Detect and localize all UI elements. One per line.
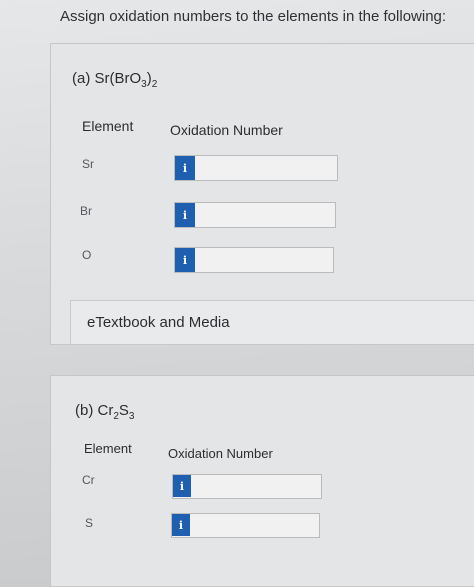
- part-a-oxidation-input-o[interactable]: i: [174, 247, 334, 273]
- part-b-element-header: Element: [84, 441, 132, 456]
- part-a-label: (a) Sr(BrO3)2: [72, 70, 158, 90]
- part-a-element-sr: Sr: [82, 157, 94, 171]
- part-b-oxidation-input-cr[interactable]: i: [172, 474, 322, 499]
- info-icon[interactable]: i: [172, 514, 190, 536]
- part-b-label: (b) Cr2S3: [75, 402, 135, 422]
- assignment-page: Assign oxidation numbers to the elements…: [0, 0, 474, 587]
- question-prompt: Assign oxidation numbers to the elements…: [60, 8, 447, 25]
- part-b-oxidation-input-s[interactable]: i: [171, 513, 320, 538]
- info-icon[interactable]: i: [175, 248, 195, 272]
- info-icon[interactable]: i: [173, 475, 191, 497]
- part-a-oxidation-input-sr[interactable]: i: [174, 155, 338, 181]
- part-b-element-s: S: [85, 516, 94, 530]
- part-b-element-cr: Cr: [82, 473, 95, 487]
- part-b-oxidation-header: Oxidation Number: [168, 446, 273, 461]
- etextbook-media-link[interactable]: eTextbook and Media: [70, 300, 474, 345]
- part-a-oxidation-input-br[interactable]: i: [174, 202, 336, 228]
- part-a-element-br: Br: [80, 204, 92, 218]
- part-a-element-o: O: [82, 248, 92, 262]
- part-a-element-header: Element: [82, 118, 134, 134]
- info-icon[interactable]: i: [175, 203, 195, 227]
- part-a-oxidation-header: Oxidation Number: [170, 122, 283, 138]
- info-icon[interactable]: i: [175, 156, 195, 180]
